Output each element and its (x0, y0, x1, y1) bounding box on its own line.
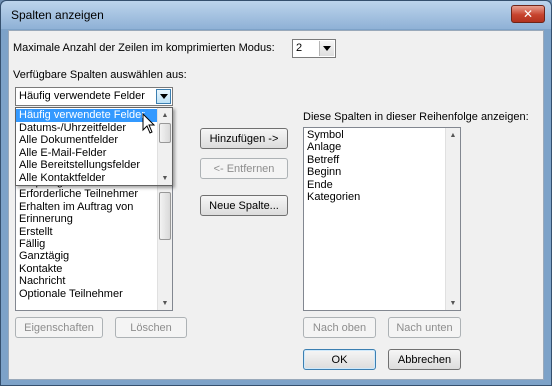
new-column-button[interactable]: Neue Spalte... (200, 195, 288, 216)
list-item[interactable]: Erinnerung (16, 213, 158, 225)
add-button[interactable]: Hinzufügen -> (200, 128, 288, 149)
list-item[interactable]: Anlage (304, 141, 446, 153)
dropdown-option[interactable]: Alle Dokumentfelder (16, 134, 158, 147)
available-select-value: Häufig verwendete Felder (19, 90, 145, 102)
dialog-window: Spalten anzeigen ✕ Maximale Anzahl der Z… (0, 0, 552, 386)
shown-columns-list[interactable]: Symbol Anlage Betreff Beginn Ende Kategorien … (303, 127, 461, 311)
scrollbar-thumb[interactable] (159, 192, 171, 240)
mouse-cursor-icon (142, 113, 156, 134)
dropdown-option[interactable]: Häufig verwendete Felder (16, 109, 158, 122)
close-icon: ✕ (522, 7, 534, 21)
list-item[interactable]: Ganztägig (16, 250, 158, 262)
scroll-up-icon[interactable]: ▲ (446, 128, 460, 142)
dropdown-option[interactable]: Datums-/Uhrzeitfelder (16, 122, 158, 135)
dropdown-option[interactable]: Alle Bereitstellungsfelder (16, 159, 158, 172)
list-item[interactable]: Ende (304, 179, 446, 191)
scroll-up-icon[interactable]: ▲ (158, 108, 172, 122)
shown-list-scrollbar[interactable]: ▲ ▼ (445, 128, 460, 310)
available-columns-select[interactable]: Häufig verwendete Felder (15, 87, 173, 106)
window-title: Spalten anzeigen (11, 8, 104, 22)
cancel-button[interactable]: Abbrechen (388, 349, 461, 370)
list-item[interactable]: Symbol (304, 129, 446, 141)
available-list-scrollbar[interactable]: ▲ ▼ (157, 177, 172, 310)
max-rows-value: 2 (296, 42, 303, 54)
list-item[interactable]: Nachricht (16, 275, 158, 287)
available-columns-list[interactable]: EmpfängernameErforderliche TeilnehmerErh… (15, 176, 173, 311)
dropdown-option[interactable]: Alle E-Mail-Felder (16, 147, 158, 160)
list-item[interactable]: Kontakte (16, 263, 158, 275)
dropdown-scrollbar[interactable]: ▲ ▼ (157, 108, 172, 185)
list-item[interactable]: Optionale Teilnehmer (16, 288, 158, 300)
close-button[interactable]: ✕ (511, 5, 545, 23)
list-item[interactable]: Erstellt (16, 226, 158, 238)
scroll-down-icon[interactable]: ▼ (158, 296, 172, 310)
properties-button[interactable]: Eigenschaften (15, 317, 103, 338)
list-item[interactable]: Erhalten im Auftrag von (16, 201, 158, 213)
available-columns-label: Verfügbare Spalten auswählen aus: (13, 69, 187, 81)
list-item[interactable]: Beginn (304, 166, 446, 178)
scrollbar-thumb[interactable] (159, 123, 171, 143)
list-item[interactable]: Betreff (304, 154, 446, 166)
delete-button[interactable]: Löschen (115, 317, 187, 338)
list-item[interactable]: Fällig (16, 238, 158, 250)
move-up-button[interactable]: Nach oben (303, 317, 376, 338)
move-down-button[interactable]: Nach unten (388, 317, 461, 338)
chevron-down-icon[interactable] (156, 89, 171, 104)
scroll-down-icon[interactable]: ▼ (446, 296, 460, 310)
remove-button[interactable]: <- Entfernen (200, 158, 288, 179)
chevron-down-icon[interactable] (319, 41, 334, 56)
ok-button[interactable]: OK (303, 349, 376, 370)
scroll-down-icon[interactable]: ▼ (158, 171, 172, 185)
dropdown-option[interactable]: Alle Kontaktfelder (16, 172, 158, 185)
max-rows-select[interactable]: 2 (292, 39, 336, 58)
title-bar[interactable]: Spalten anzeigen ✕ (1, 1, 551, 29)
max-rows-label: Maximale Anzahl der Zeilen im komprimier… (13, 42, 275, 54)
shown-columns-label: Diese Spalten in dieser Reihenfolge anze… (303, 111, 529, 123)
list-item[interactable]: Kategorien (304, 191, 446, 203)
dialog-client: Maximale Anzahl der Zeilen im komprimier… (8, 30, 544, 380)
list-item[interactable]: Erforderliche Teilnehmer (16, 188, 158, 200)
